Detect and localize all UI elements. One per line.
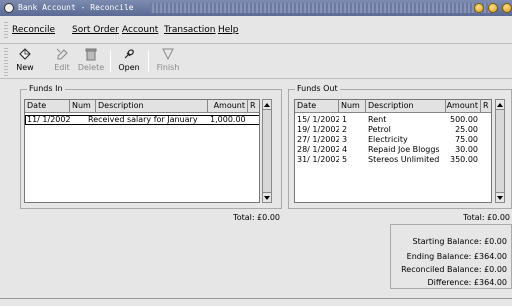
table-row[interactable]: 28/ 1/2002 4 Repaid Joe Bloggs 30.00 xyxy=(295,145,491,155)
toolbar-grip-handle[interactable] xyxy=(4,48,8,76)
amount-cell: 1,000.00 xyxy=(210,115,246,124)
amount-cell: 350.00 xyxy=(450,155,478,164)
description-cell: Rent xyxy=(368,115,387,124)
description-cell: Petrol xyxy=(368,125,391,134)
funds-in-list[interactable]: Date Num Description Amount R 11/ 1/2002… xyxy=(24,99,260,203)
num-cell: 4 xyxy=(342,145,348,154)
menu-reconcile[interactable]: Reconcile xyxy=(12,25,55,35)
funds-in-total: Total: £0.00 xyxy=(233,213,280,222)
open-button[interactable]: Open xyxy=(115,47,143,77)
table-row[interactable]: 19/ 1/2002 2 Petrol 25.00 xyxy=(295,125,491,135)
funds-out-col-r[interactable]: R xyxy=(481,100,491,113)
num-cell: 1 xyxy=(342,115,348,124)
difference: Difference: £364.00 xyxy=(427,278,507,287)
funds-out-list[interactable]: Date Num Description Amount R 15/ 1/2002… xyxy=(294,99,492,203)
funds-in-col-date[interactable]: Date xyxy=(25,100,70,113)
starting-balance: Starting Balance: £0.00 xyxy=(412,237,507,246)
funds-in-col-r[interactable]: R xyxy=(248,100,259,113)
funds-in-scrollbar[interactable] xyxy=(262,99,272,203)
finish-button[interactable]: Finish xyxy=(153,47,183,77)
scroll-down-arrow-icon[interactable] xyxy=(263,192,271,202)
funds-in-col-description[interactable]: Description xyxy=(96,100,208,113)
maximize-button[interactable] xyxy=(488,3,498,13)
funds-out-col-amount[interactable]: Amount xyxy=(446,100,481,113)
table-row[interactable]: 27/ 1/2002 3 Electricity 75.00 xyxy=(295,135,491,145)
date-cell: 11/ 1/2002 xyxy=(27,115,70,124)
menu-help[interactable]: Help xyxy=(218,25,239,35)
num-cell: 2 xyxy=(342,125,348,134)
delete-button-label: Delete xyxy=(77,63,105,72)
edit-button[interactable]: Edit xyxy=(51,47,73,77)
new-button-label: New xyxy=(16,63,34,72)
toolbar-separator xyxy=(148,50,149,72)
title-bar-decoration xyxy=(150,3,490,13)
menu-sort-order[interactable]: Sort Order xyxy=(72,25,119,35)
menu-bar: Reconcile Sort Order Account Transaction… xyxy=(0,18,512,44)
date-cell: 27/ 1/2002 xyxy=(297,135,339,144)
new-icon xyxy=(19,48,31,60)
menu-transaction[interactable]: Transaction xyxy=(164,25,216,35)
table-row[interactable]: 15/ 1/2002 1 Rent 500.00 xyxy=(295,115,491,125)
ending-balance: Ending Balance: £364.00 xyxy=(406,252,507,261)
title-bar[interactable]: Bank Account - Reconcile xyxy=(0,0,512,16)
amount-cell: 30.00 xyxy=(455,145,478,154)
description-cell: Stereos Unlimited xyxy=(368,155,440,164)
funds-out-scrollbar[interactable] xyxy=(495,99,505,203)
funds-in-col-amount[interactable]: Amount xyxy=(208,100,248,113)
window-title: Bank Account - Reconcile xyxy=(18,3,134,12)
date-cell: 19/ 1/2002 xyxy=(297,125,339,134)
description-cell: Received salary for January xyxy=(88,115,198,124)
funds-out-col-date[interactable]: Date xyxy=(295,100,339,113)
funds-out-label: Funds Out xyxy=(295,84,340,93)
date-cell: 28/ 1/2002 xyxy=(297,145,339,154)
table-row[interactable]: 31/ 1/2002 5 Stereos Unlimited 350.00 xyxy=(295,155,491,165)
balance-summary-panel: Starting Balance: £0.00 Ending Balance: … xyxy=(390,224,512,289)
minimize-button[interactable] xyxy=(474,3,484,13)
table-row[interactable]: 11/ 1/2002 Received salary for January 1… xyxy=(25,115,259,125)
finish-button-label: Finish xyxy=(156,63,180,72)
scroll-down-arrow-icon[interactable] xyxy=(496,192,504,202)
status-bar xyxy=(0,298,512,306)
toolbar-separator xyxy=(110,50,111,72)
date-cell: 31/ 1/2002 xyxy=(297,155,339,164)
open-icon xyxy=(124,49,134,59)
scroll-up-arrow-icon[interactable] xyxy=(263,100,271,110)
funds-out-col-description[interactable]: Description xyxy=(366,100,446,113)
finish-icon xyxy=(162,48,174,61)
funds-out-col-num[interactable]: Num xyxy=(339,100,366,113)
description-cell: Electricity xyxy=(368,135,408,144)
scroll-up-arrow-icon[interactable] xyxy=(496,100,504,110)
description-cell: Repaid Joe Bloggs xyxy=(368,145,440,154)
menu-account[interactable]: Account xyxy=(122,25,158,35)
amount-cell: 75.00 xyxy=(455,135,478,144)
funds-in-label: Funds In xyxy=(27,84,65,93)
trash-icon xyxy=(85,48,97,61)
date-cell: 15/ 1/2002 xyxy=(297,115,339,124)
delete-button[interactable]: Delete xyxy=(76,47,106,77)
toolbar: New Edit Delete Open Finish xyxy=(0,45,512,79)
funds-out-total: Total: £0.00 xyxy=(463,213,510,222)
reconciled-balance: Reconciled Balance: £0.00 xyxy=(401,265,507,274)
menubar-grip-handle[interactable] xyxy=(4,22,8,40)
edit-button-label: Edit xyxy=(54,63,70,72)
amount-cell: 25.00 xyxy=(455,125,478,134)
edit-icon xyxy=(56,48,68,60)
num-cell: 3 xyxy=(342,135,348,144)
open-button-label: Open xyxy=(118,63,140,72)
amount-cell: 500.00 xyxy=(450,115,478,124)
new-button[interactable]: New xyxy=(12,47,38,77)
close-button[interactable] xyxy=(502,3,512,13)
window-menu-icon[interactable] xyxy=(4,3,14,13)
funds-in-col-num[interactable]: Num xyxy=(70,100,96,113)
num-cell: 5 xyxy=(342,155,348,164)
